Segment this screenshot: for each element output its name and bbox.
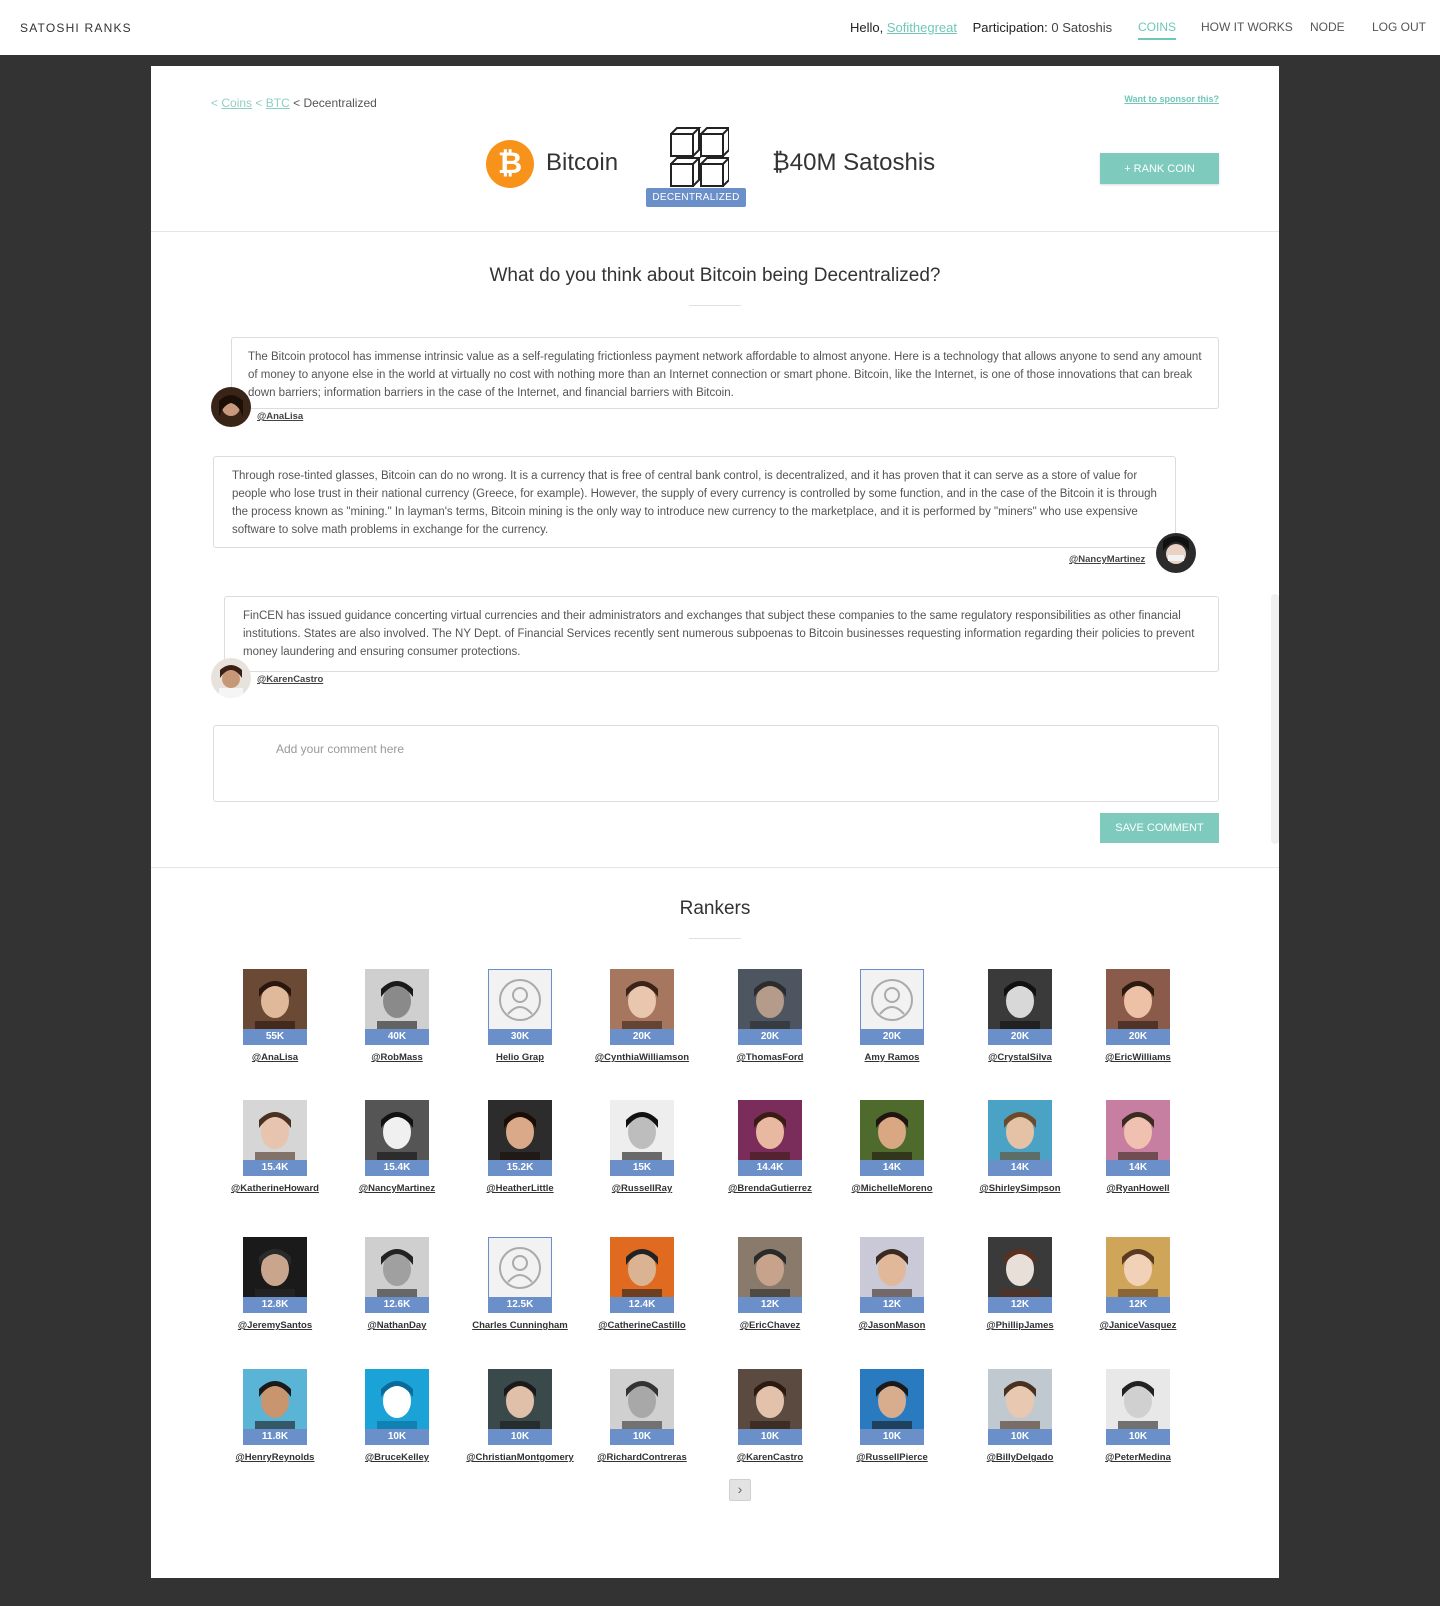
comments-scrollbar[interactable] — [1271, 594, 1279, 844]
comment-author[interactable]: @NancyMartinez — [1069, 554, 1145, 565]
comment-text: FinCEN has issued guidance concerting vi… — [243, 610, 1195, 658]
sponsor-link[interactable]: Want to sponsor this? — [1124, 94, 1219, 104]
ranker-score-badge: 14K — [860, 1160, 924, 1176]
breadcrumb: < Coins < BTC < Decentralized — [211, 96, 377, 110]
username-link[interactable]: Sofithegreat — [887, 20, 957, 35]
ranker-score-badge: 10K — [488, 1429, 552, 1445]
breadcrumb-sep: < — [293, 96, 301, 110]
nav-node[interactable]: NODE — [1310, 20, 1345, 34]
save-comment-button[interactable]: SAVE COMMENT — [1100, 813, 1219, 843]
coin-name: Bitcoin — [546, 149, 619, 176]
ranker-score-badge: 14K — [988, 1160, 1052, 1176]
avatar[interactable] — [1156, 533, 1196, 573]
ranker-score-badge: 12.5K — [488, 1297, 552, 1313]
ranker-name-link[interactable]: @EricWilliams — [1063, 1052, 1213, 1063]
ranker-score-badge: 12K — [738, 1297, 802, 1313]
ranker-score-badge: 14K — [1106, 1160, 1170, 1176]
ranker-score-badge: 55K — [243, 1029, 307, 1045]
ranker-score-badge: 10K — [610, 1429, 674, 1445]
ranker-name-link[interactable]: @JaniceVasquez — [1063, 1320, 1213, 1331]
ranker-score-badge: 10K — [738, 1429, 802, 1445]
comment-card: The Bitcoin protocol has immense intrins… — [231, 337, 1219, 409]
comment-text: Through rose-tinted glasses, Bitcoin can… — [232, 470, 1157, 536]
nav-log-out[interactable]: LOG OUT — [1372, 20, 1426, 34]
comment-card: Through rose-tinted glasses, Bitcoin can… — [213, 456, 1176, 548]
rank-coin-button[interactable]: + RANK COIN — [1100, 153, 1219, 184]
ranker-score-badge: 12K — [988, 1297, 1052, 1313]
ranker-score-badge: 10K — [860, 1429, 924, 1445]
ranker-score-badge: 12K — [1106, 1297, 1170, 1313]
ranker-card[interactable]: 10K @PeterMedina — [1063, 1369, 1213, 1479]
category-badge: DECENTRALIZED — [646, 188, 746, 207]
ranker-score-badge: 15K — [610, 1160, 674, 1176]
section-divider — [151, 231, 1279, 232]
ranker-score-badge: 12K — [860, 1297, 924, 1313]
ranker-score-badge: 20K — [1106, 1029, 1170, 1045]
ranker-score-badge: 30K — [488, 1029, 552, 1045]
breadcrumb-sep: < — [255, 96, 263, 110]
ranker-score-badge: 15.2K — [488, 1160, 552, 1176]
ranker-score-badge: 15.4K — [243, 1160, 307, 1176]
ranker-score-badge: 12.6K — [365, 1297, 429, 1313]
breadcrumb-coins-link[interactable]: Coins — [221, 96, 252, 110]
ranker-name-link[interactable]: @PeterMedina — [1063, 1452, 1213, 1463]
nav-coins[interactable]: COINS — [1138, 20, 1177, 40]
ranker-score-badge: 20K — [610, 1029, 674, 1045]
ranker-card[interactable]: 12K @JaniceVasquez — [1063, 1237, 1213, 1347]
nav-how-it-works[interactable]: HOW IT WORKS — [1201, 20, 1293, 34]
title-underline — [689, 305, 741, 306]
top-navbar: SATOSHI RANKS Hello, Sofithegreat Partic… — [0, 0, 1440, 55]
comment-card: FinCEN has issued guidance concerting vi… — [224, 596, 1219, 672]
breadcrumb-sep: < — [211, 96, 219, 110]
ranker-score-badge: 20K — [738, 1029, 802, 1045]
ranker-score-badge: 10K — [988, 1429, 1052, 1445]
title-underline — [689, 938, 741, 939]
breadcrumb-current: Decentralized — [303, 96, 377, 110]
participation-value: 0 Satoshis — [1051, 20, 1113, 35]
ranker-score-badge: 10K — [365, 1429, 429, 1445]
ranker-score-badge: 12.4K — [610, 1297, 674, 1313]
bitcoin-logo-icon: ₿ — [486, 140, 534, 188]
ranker-score-badge: 10K — [1106, 1429, 1170, 1445]
coin-satoshis-total: ₿40M Satoshis — [772, 149, 936, 176]
coin-detail-card: < Coins < BTC < Decentralized Want to sp… — [151, 66, 1279, 1578]
comment-author[interactable]: @KarenCastro — [257, 674, 323, 685]
participation-label: Participation: — [972, 20, 1048, 35]
ranker-score-badge: 40K — [365, 1029, 429, 1045]
comment-input[interactable] — [213, 725, 1219, 802]
next-page-button[interactable]: › — [729, 1479, 751, 1501]
ranker-score-badge: 15.4K — [365, 1160, 429, 1176]
comment-text: The Bitcoin protocol has immense intrins… — [248, 351, 1202, 399]
ranker-score-badge: 12.8K — [243, 1297, 307, 1313]
avatar[interactable] — [211, 387, 251, 427]
discussion-question: What do you think about Bitcoin being De… — [489, 265, 941, 286]
ranker-score-badge: 20K — [860, 1029, 924, 1045]
ranker-card[interactable]: 20K @EricWilliams — [1063, 969, 1213, 1079]
ranker-card[interactable]: 14K @RyanHowell — [1063, 1100, 1213, 1210]
rankers-title: Rankers — [679, 898, 751, 919]
chevron-right-icon: › — [737, 1481, 743, 1497]
breadcrumb-btc-link[interactable]: BTC — [266, 96, 290, 110]
user-greeting: Hello, Sofithegreat Participation: 0 Sat… — [850, 20, 1112, 35]
ranker-name-link[interactable]: @RyanHowell — [1063, 1183, 1213, 1194]
ranker-score-badge: 11.8K — [243, 1429, 307, 1445]
brand-logo[interactable]: SATOSHI RANKS — [20, 21, 132, 35]
avatar[interactable] — [211, 658, 251, 698]
ranker-score-badge: 14.4K — [738, 1160, 802, 1176]
section-divider — [151, 867, 1279, 868]
ranker-score-badge: 20K — [988, 1029, 1052, 1045]
hello-prefix: Hello, — [850, 20, 884, 35]
comment-author[interactable]: @AnaLisa — [257, 411, 303, 422]
decentralized-cubes-icon — [670, 127, 729, 187]
